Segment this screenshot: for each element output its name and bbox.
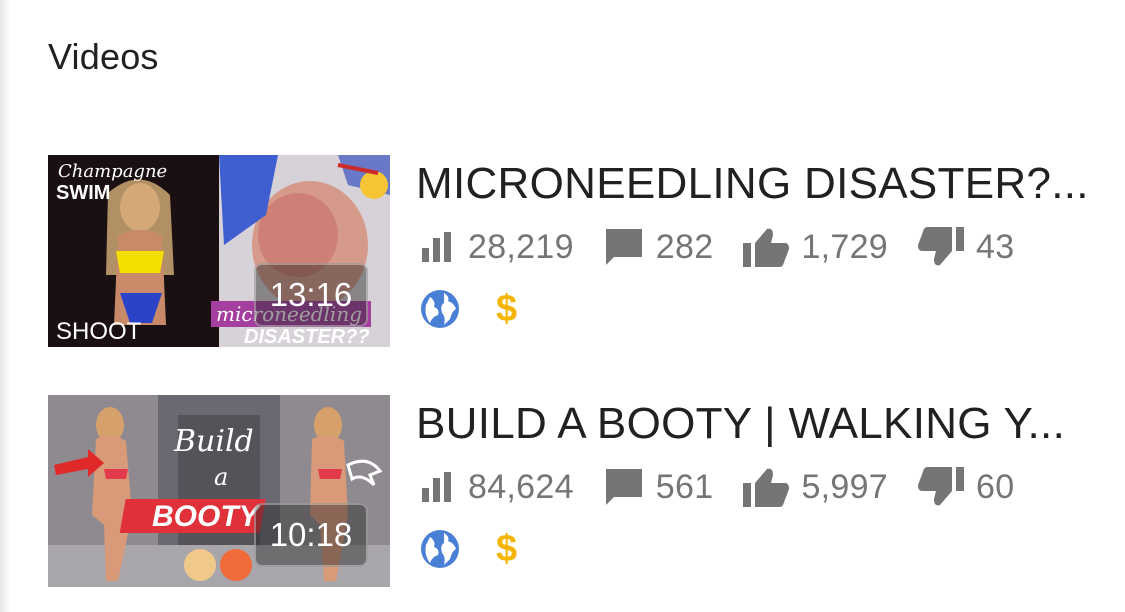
globe-icon — [421, 290, 459, 328]
dislikes-count: 60 — [976, 467, 1015, 506]
dislikes-stat: 60 — [918, 467, 1014, 507]
comments-stat: 561 — [604, 467, 714, 507]
video-item[interactable]: Build a BOOTY 10:18 BUILD A BOOTY | WALK… — [48, 395, 1108, 587]
video-title[interactable]: MICRONEEDLING DISASTER?... — [416, 157, 1096, 211]
monetization-icon: $ — [496, 288, 518, 330]
videos-screen: Videos Champagne SWIM SHOOT microneedlin… — [0, 0, 1125, 612]
thumbs-up-icon — [743, 228, 790, 267]
edge-shadow — [0, 0, 10, 612]
thumbs-down-icon — [918, 227, 965, 266]
views-stat: 28,219 — [420, 228, 574, 267]
comments-count: 282 — [655, 227, 714, 266]
comment-icon — [605, 229, 642, 265]
likes-count: 5,997 — [801, 467, 889, 506]
video-thumbnail[interactable]: Champagne SWIM SHOOT microneedling DISAS… — [48, 155, 390, 347]
svg-text:SWIM: SWIM — [56, 182, 110, 204]
comment-icon — [605, 469, 642, 505]
svg-text:DISASTER??: DISASTER?? — [244, 326, 370, 347]
video-title[interactable]: BUILD A BOOTY | WALKING Y... — [416, 397, 1096, 451]
likes-stat: 1,729 — [743, 227, 888, 267]
video-duration: 10:18 — [254, 503, 368, 567]
svg-text:SHOOT: SHOOT — [56, 318, 142, 345]
likes-count: 1,729 — [801, 227, 889, 266]
views-stat: 84,624 — [420, 468, 574, 507]
section-title: Videos — [48, 36, 159, 77]
svg-text:Build: Build — [173, 424, 254, 459]
comments-stat: 282 — [604, 227, 714, 267]
video-stats: 84,624 561 5,997 60 — [420, 465, 1044, 509]
dislikes-count: 43 — [976, 227, 1015, 266]
globe-icon — [421, 530, 459, 568]
bar-chart-icon — [422, 232, 451, 262]
comments-count: 561 — [655, 467, 714, 506]
video-badges: $ — [420, 287, 517, 331]
views-count: 84,624 — [468, 467, 574, 506]
svg-text:BOOTY: BOOTY — [152, 500, 262, 533]
video-stats: 28,219 282 1,729 43 — [420, 225, 1044, 269]
video-item[interactable]: Champagne SWIM SHOOT microneedling DISAS… — [48, 155, 1108, 347]
svg-text:a: a — [214, 463, 228, 491]
thumb-text: Champagne — [58, 161, 167, 182]
thumbs-up-icon — [743, 468, 790, 507]
bar-chart-icon — [422, 472, 451, 502]
video-thumbnail[interactable]: Build a BOOTY 10:18 — [48, 395, 390, 587]
monetization-icon: $ — [496, 528, 518, 570]
video-duration: 13:16 — [254, 263, 368, 327]
likes-stat: 5,997 — [743, 467, 888, 507]
video-badges: $ — [420, 527, 517, 571]
thumbs-down-icon — [918, 467, 965, 506]
views-count: 28,219 — [468, 227, 574, 266]
dislikes-stat: 43 — [918, 227, 1014, 267]
